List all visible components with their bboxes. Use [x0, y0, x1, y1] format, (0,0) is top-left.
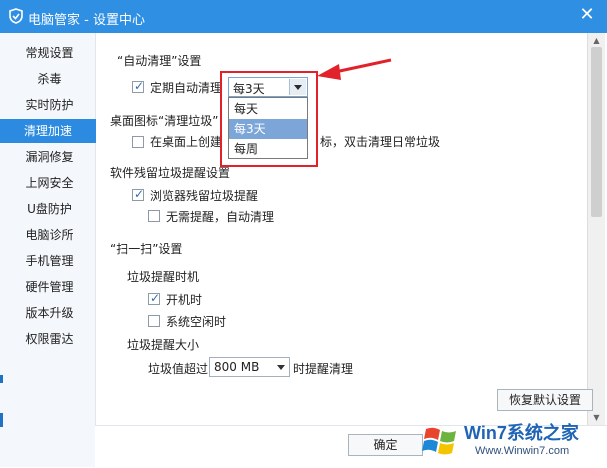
window-title: 电脑管家 - 设置中心 [28, 13, 145, 28]
sidebar-item-version-upgrade[interactable]: 版本升级 [4, 301, 95, 325]
title-bar: 电脑管家 - 设置中心 ✕ [0, 0, 607, 33]
reminder-size-heading: 垃圾提醒大小 [127, 338, 200, 352]
sidebar-item-realtime-protection[interactable]: 实时防护 [4, 93, 95, 117]
ok-button[interactable]: 确定 [348, 434, 423, 456]
sidebar-item-usb-protection[interactable]: U盘防护 [4, 197, 95, 221]
sidebar-item-web-security[interactable]: 上网安全 [4, 171, 95, 195]
content-scrollbar[interactable]: ▲ ▼ [587, 33, 605, 425]
scan-heading: “扫一扫”设置 [110, 242, 183, 256]
watermark-url: Www.Winwin7.com [475, 445, 570, 457]
idle-reminder-checkbox[interactable] [148, 315, 160, 327]
sidebar-item-antivirus[interactable]: 杀毒 [4, 67, 95, 91]
auto-clean-residual-label: 无需提醒，自动清理 [166, 210, 275, 224]
shield-logo-icon [9, 8, 23, 24]
desktop-icon-heading: 桌面图标“清理垃圾” [110, 114, 219, 128]
chevron-down-icon [277, 365, 285, 370]
reminder-timing-heading: 垃圾提醒时机 [127, 270, 200, 284]
sidebar-item-general[interactable]: 常规设置 [4, 41, 95, 65]
sidebar-item-permission-radar[interactable]: 权限雷达 [4, 327, 95, 351]
sidebar-edge-marker [0, 413, 3, 427]
annotation-highlight-frame [220, 71, 318, 167]
sidebar-item-phone-management[interactable]: 手机管理 [4, 249, 95, 273]
settings-sidebar: 常规设置 杀毒 实时防护 清理加速 漏洞修复 上网安全 U盘防护 电脑诊所 手机… [0, 33, 96, 467]
close-icon[interactable]: ✕ [577, 5, 597, 25]
scrollbar-thumb[interactable] [591, 47, 602, 217]
residual-heading: 软件残留垃圾提醒设置 [110, 166, 231, 180]
browser-residual-checkbox[interactable] [132, 187, 144, 201]
desktop-shortcut-checkbox[interactable] [132, 136, 144, 148]
windows-logo-icon [422, 427, 456, 455]
desktop-shortcut-label-suffix: 标，双击清理日常垃圾 [320, 135, 441, 149]
idle-reminder-label: 系统空闲时 [166, 315, 227, 329]
auto-clean-label: 定期自动清理 [150, 81, 223, 95]
auto-clean-checkbox[interactable] [132, 79, 144, 93]
browser-residual-label: 浏览器残留垃圾提醒 [150, 189, 259, 203]
size-threshold-suffix: 时提醒清理 [293, 362, 354, 376]
scroll-up-icon[interactable]: ▲ [591, 35, 602, 46]
size-threshold-prefix: 垃圾值超过 [148, 362, 209, 376]
sidebar-item-vulnerability-fix[interactable]: 漏洞修复 [4, 145, 95, 169]
sidebar-item-hardware-management[interactable]: 硬件管理 [4, 275, 95, 299]
desktop-shortcut-label-prefix: 在桌面上创建 [150, 135, 223, 149]
site-watermark: Win7系统之家 Www.Winwin7.com [420, 415, 607, 467]
annotation-arrow-icon [317, 58, 392, 80]
watermark-brand: Win7系统之家 [464, 423, 579, 443]
boot-reminder-checkbox[interactable] [148, 291, 160, 305]
size-threshold-select[interactable]: 800 MB [209, 357, 290, 377]
auto-clean-residual-checkbox[interactable] [148, 210, 160, 222]
restore-default-button[interactable]: 恢复默认设置 [497, 389, 593, 411]
sidebar-item-cleanup-speedup[interactable]: 清理加速 [0, 119, 96, 143]
auto-clean-heading: “自动清理”设置 [117, 54, 202, 68]
sidebar-item-pc-clinic[interactable]: 电脑诊所 [4, 223, 95, 247]
sidebar-edge-marker [0, 375, 3, 383]
size-threshold-value: 800 MB [214, 360, 260, 374]
boot-reminder-label: 开机时 [166, 293, 203, 307]
